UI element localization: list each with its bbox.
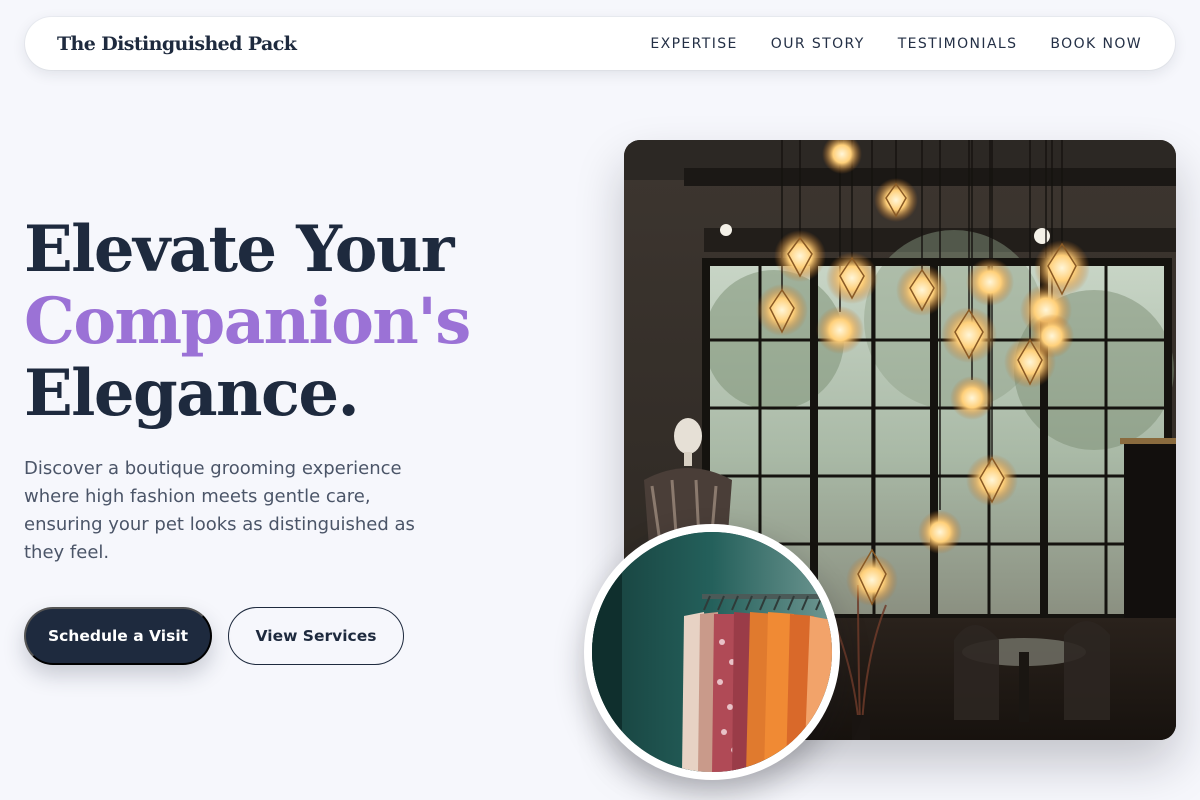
headline-line-3: Elegance. bbox=[24, 356, 360, 431]
brand-logo[interactable]: The Distinguished Pack bbox=[57, 33, 297, 55]
inset-photo bbox=[584, 524, 840, 780]
nav-link-expertise[interactable]: EXPERTISE bbox=[650, 36, 737, 52]
hero-description: Discover a boutique grooming experience … bbox=[24, 458, 415, 563]
top-nav: The Distinguished Pack EXPERTISE OUR STO… bbox=[25, 17, 1175, 70]
nav-link-book-now[interactable]: BOOK NOW bbox=[1050, 36, 1142, 52]
hero-headline: Elevate Your Companion's Elegance. bbox=[24, 212, 471, 431]
nav-links: EXPERTISE OUR STORY TESTIMONIALS BOOK NO… bbox=[650, 36, 1142, 52]
nav-link-testimonials[interactable]: TESTIMONIALS bbox=[898, 36, 1018, 52]
schedule-visit-button[interactable]: Schedule a Visit bbox=[24, 607, 212, 665]
view-services-button[interactable]: View Services bbox=[228, 607, 404, 665]
clothing-rack-illustration bbox=[592, 532, 832, 772]
headline-line-2-accent: Companion's bbox=[24, 284, 471, 359]
headline-line-1: Elevate Your bbox=[24, 212, 455, 287]
nav-link-our-story[interactable]: OUR STORY bbox=[771, 36, 865, 52]
